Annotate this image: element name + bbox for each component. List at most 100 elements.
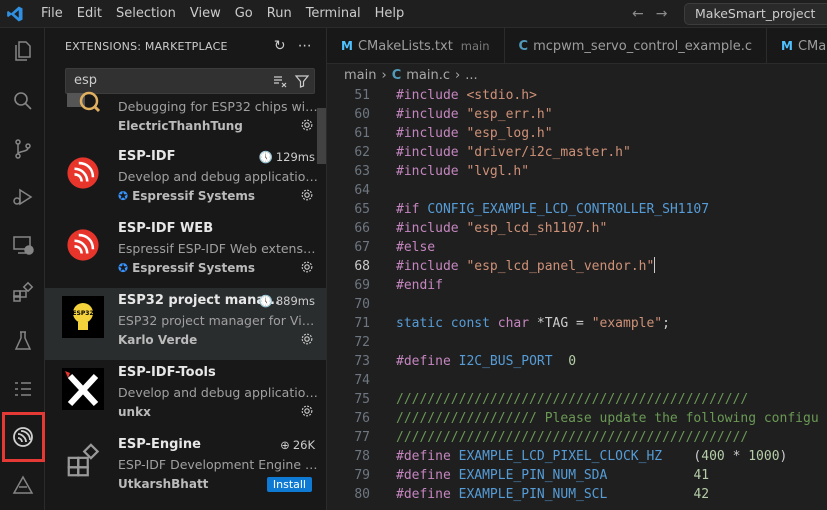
extension-name: ESP-Engine (118, 437, 201, 452)
back-arrow-icon[interactable]: ← (632, 6, 644, 22)
menu-go[interactable]: Go (228, 0, 260, 28)
line-number: 79 (354, 468, 370, 483)
menu-file[interactable]: File (34, 0, 70, 28)
forward-arrow-icon[interactable]: → (656, 6, 668, 22)
code-line[interactable]: 67 #else (327, 238, 827, 257)
code-line[interactable]: 71 static const char *TAG = "example"; (327, 314, 827, 333)
menu-bar: File Edit Selection View Go Run Terminal… (34, 0, 411, 28)
list-item[interactable]: ESP-IDF 🕔 129ms Develop and debug applic… (45, 144, 326, 216)
manage-gear-icon[interactable] (300, 332, 314, 350)
code-line[interactable]: 63 #include "lvgl.h" (327, 162, 827, 181)
extension-publisher: unkx (118, 405, 151, 419)
tab-label: mcpwm_servo_control_example.c (533, 38, 752, 54)
extension-description: Debugging for ESP32 chips with... (118, 99, 318, 114)
line-number: 60 (354, 107, 370, 122)
code-text: #include <stdio.h> (396, 88, 537, 103)
line-number: 76 (354, 411, 370, 426)
menu-selection[interactable]: Selection (109, 0, 183, 28)
manage-gear-icon[interactable] (300, 404, 314, 422)
extensions-icon[interactable] (0, 270, 45, 316)
code-text: #include "esp_err.h" (396, 107, 553, 122)
breadcrumb-file[interactable]: main.c (406, 68, 450, 83)
list-item[interactable]: ESP-IDF-Tools Develop and debug applicat… (45, 360, 326, 432)
code-text: #define EXAMPLE_LCD_PIXEL_CLOCK_HZ (400 … (396, 449, 788, 464)
code-line[interactable]: 64 (327, 181, 827, 200)
extension-publisher: ✪ Espressif Systems (118, 261, 255, 275)
extension-publisher: ✪ Espressif Systems (118, 189, 255, 203)
code-text: #if CONFIG_EXAMPLE_LCD_CONTROLLER_SH1107 (396, 202, 710, 217)
more-actions-icon[interactable]: ⋯ (298, 38, 312, 54)
menu-run[interactable]: Run (260, 0, 299, 28)
code-line[interactable]: 80 #define EXAMPLE_PIN_NUM_SCL 42 (327, 485, 827, 504)
code-line[interactable]: 75 //////////////////////////////////////… (327, 390, 827, 409)
code-line[interactable]: 60 #include "esp_err.h" (327, 105, 827, 124)
code-text: ////////////////////////////////////////… (396, 392, 749, 407)
x-logo-extension-icon (62, 368, 104, 410)
code-line[interactable]: 62 #include "driver/i2c_master.h" (327, 143, 827, 162)
code-line[interactable]: 74 (327, 371, 827, 390)
line-number: 62 (354, 145, 370, 160)
run-debug-icon[interactable] (0, 174, 45, 220)
menu-edit[interactable]: Edit (70, 0, 109, 28)
list-item[interactable]: Debugging for ESP32 chips with... Electr… (45, 72, 326, 144)
code-line[interactable]: 73 #define I2C_BUS_PORT 0 (327, 352, 827, 371)
breadcrumb-folder[interactable]: main (344, 68, 376, 83)
breadcrumb-symbol[interactable]: ... (465, 68, 477, 83)
code-line[interactable]: 69 #endif (327, 276, 827, 295)
platformio-icon[interactable] (0, 462, 45, 508)
explorer-icon[interactable] (0, 28, 45, 74)
tab-cmakelists[interactable]: M CMakeLis (767, 28, 827, 64)
menu-terminal[interactable]: Terminal (299, 0, 368, 28)
menu-view[interactable]: View (183, 0, 228, 28)
extension-description: ESP-IDF Development Engine for... (118, 457, 318, 472)
code-text: #include "driver/i2c_master.h" (396, 145, 631, 160)
install-button[interactable]: Install (266, 477, 312, 492)
code-line[interactable]: 72 (327, 333, 827, 352)
line-number: 61 (354, 126, 370, 141)
code-line[interactable]: 77 //////////////////////////////////////… (327, 428, 827, 447)
c-file-icon: C (518, 38, 529, 54)
code-text: #endif (396, 278, 443, 293)
line-number: 66 (354, 221, 370, 236)
activation-time: 🕔 889ms (259, 294, 315, 308)
task-list-icon[interactable] (0, 366, 45, 412)
code-line[interactable]: 61 #include "esp_log.h" (327, 124, 827, 143)
line-number: 73 (354, 354, 370, 369)
search-icon[interactable] (0, 78, 45, 124)
code-line[interactable]: 51 #include <stdio.h> (327, 86, 827, 105)
code-text: ////////////////// Please update the fol… (396, 411, 819, 426)
list-item[interactable]: ESP-Engine ⊕ 26K ESP-IDF Development Eng… (45, 432, 326, 504)
menu-help[interactable]: Help (368, 0, 412, 28)
clock-icon: 🕔 (258, 150, 273, 164)
code-line[interactable]: 78 #define EXAMPLE_LCD_PIXEL_CLOCK_HZ (40… (327, 447, 827, 466)
source-control-icon[interactable] (0, 126, 45, 172)
remote-explorer-icon[interactable] (0, 222, 45, 268)
tab-cmakelists-main[interactable]: M CMakeLists.txt main (327, 28, 505, 64)
code-line[interactable]: 76 ////////////////// Please update the f… (327, 409, 827, 428)
svg-text:ESP32: ESP32 (72, 310, 93, 317)
code-line[interactable]: 79 #define EXAMPLE_PIN_NUM_SDA 41 (327, 466, 827, 485)
code-line[interactable]: 68 #include "esp_lcd_panel_vendor.h" (327, 257, 827, 276)
manage-gear-icon[interactable] (300, 118, 314, 136)
sidebar-scrollbar[interactable] (317, 98, 326, 510)
command-center[interactable]: MakeSmart_project (684, 3, 827, 25)
line-number: 80 (354, 487, 370, 502)
refresh-icon[interactable]: ↻ (274, 38, 286, 54)
tab-mcpwm-servo[interactable]: C mcpwm_servo_control_example.c (505, 28, 767, 64)
line-number: 75 (354, 392, 370, 407)
code-line[interactable]: 65 #if CONFIG_EXAMPLE_LCD_CONTROLLER_SH11… (327, 200, 827, 219)
list-item[interactable]: ESP32 ESP32 project mana... 🕔 889ms ESP3… (45, 288, 326, 360)
line-number: 65 (354, 202, 370, 217)
manage-gear-icon[interactable] (300, 188, 314, 206)
code-line[interactable]: 66 #include "esp_lcd_sh1107.h" (327, 219, 827, 238)
testing-flask-icon[interactable] (0, 318, 45, 364)
clock-icon: 🕔 (258, 294, 273, 308)
code-line[interactable]: 70 (327, 295, 827, 314)
code-text: ////////////////////////////////////////… (396, 430, 749, 445)
line-number: 69 (354, 278, 370, 293)
scrollbar-thumb[interactable] (317, 108, 326, 164)
sidebar-title: EXTENSIONS: MARKETPLACE (65, 40, 228, 53)
list-item[interactable]: ESP-IDF WEB Espressif ESP-IDF Web extens… (45, 216, 326, 288)
vscode-logo-icon (0, 0, 30, 28)
manage-gear-icon[interactable] (300, 260, 314, 278)
